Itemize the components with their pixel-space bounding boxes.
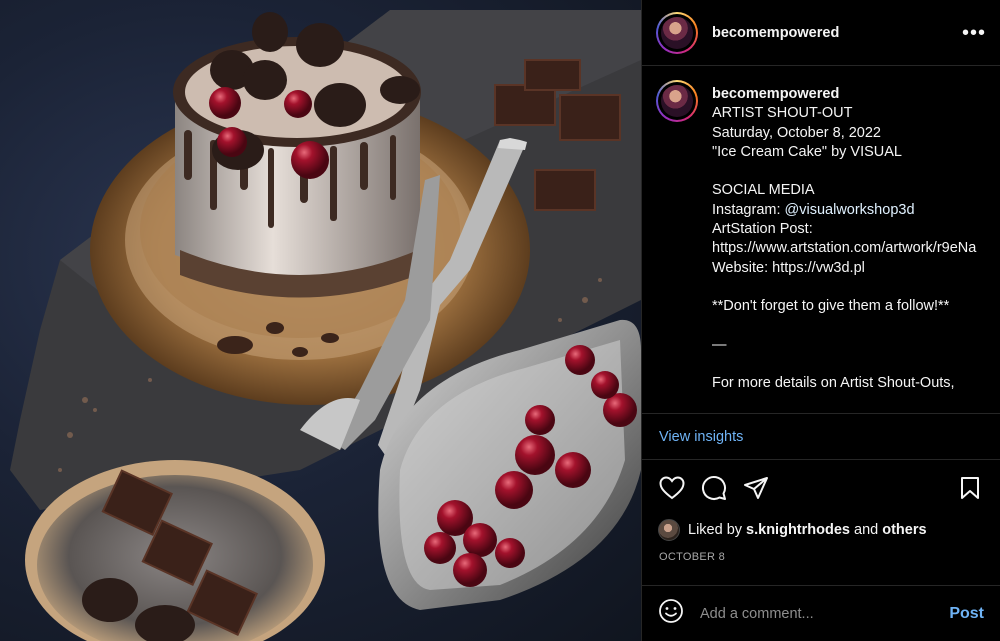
share-icon[interactable] <box>742 474 770 502</box>
more-horizontal-icon[interactable]: ••• <box>962 23 986 43</box>
post-date[interactable]: OCTOBER 8 <box>642 544 1000 570</box>
post-image-illustration <box>10 10 641 641</box>
caption-avatar[interactable] <box>656 80 698 122</box>
smiley-icon[interactable] <box>658 598 684 629</box>
comment-icon[interactable] <box>700 474 728 502</box>
insights-row: View insights <box>642 414 1000 460</box>
comment-bar: Post <box>642 585 1000 641</box>
caption-line: Saturday, October 8, 2022 <box>712 124 882 141</box>
heart-icon[interactable] <box>658 474 686 502</box>
comment-input[interactable] <box>700 605 950 622</box>
caption-line: Website: https://vw3d.pl <box>712 259 865 276</box>
post-comment-button[interactable]: Post <box>949 605 984 623</box>
avatar[interactable] <box>656 11 698 54</box>
caption-username[interactable]: becomempowered <box>712 85 976 104</box>
caption-line: SOCIAL MEDIA <box>712 182 815 199</box>
action-bar <box>642 460 1000 516</box>
likes-prefix: Liked by <box>688 522 743 538</box>
caption-instagram-label: Instagram: <box>712 201 785 218</box>
caption-line: For more details on Artist Shout-Outs, <box>712 375 955 392</box>
post-header: becomempowered ••• <box>642 0 1000 66</box>
likes-others-link[interactable]: others <box>882 522 926 538</box>
bookmark-icon[interactable] <box>956 474 984 502</box>
caption-line: "Ice Cream Cake" by VISUAL <box>712 143 903 160</box>
caption-link[interactable]: https://www.artstation.com/artwork/r9eNa <box>712 240 976 256</box>
likes-row: Liked by s.knightrhodes and others <box>642 516 1000 544</box>
caption-line: **Don't forget to give them a follow!** <box>712 298 950 315</box>
caption-mention-link[interactable]: @visualworkshop3d <box>785 202 915 218</box>
caption-area: becomempowered ARTIST SHOUT-OUT Saturday,… <box>642 66 1000 414</box>
caption-line: — <box>712 336 727 353</box>
post-image[interactable] <box>0 0 641 641</box>
view-insights-link[interactable]: View insights <box>659 429 743 445</box>
likes-middle: and <box>854 522 879 538</box>
caption-line: ARTIST SHOUT-OUT <box>712 105 853 122</box>
post-side-panel: becomempowered ••• becomempowered ARTIST … <box>641 0 1000 641</box>
liker-username[interactable]: s.knightrhodes <box>746 522 850 538</box>
header-username[interactable]: becomempowered <box>712 25 839 41</box>
liker-avatar[interactable] <box>658 519 680 541</box>
caption-text: becomempowered ARTIST SHOUT-OUT Saturday,… <box>712 80 976 413</box>
caption-line: ArtStation Post: <box>712 221 813 238</box>
